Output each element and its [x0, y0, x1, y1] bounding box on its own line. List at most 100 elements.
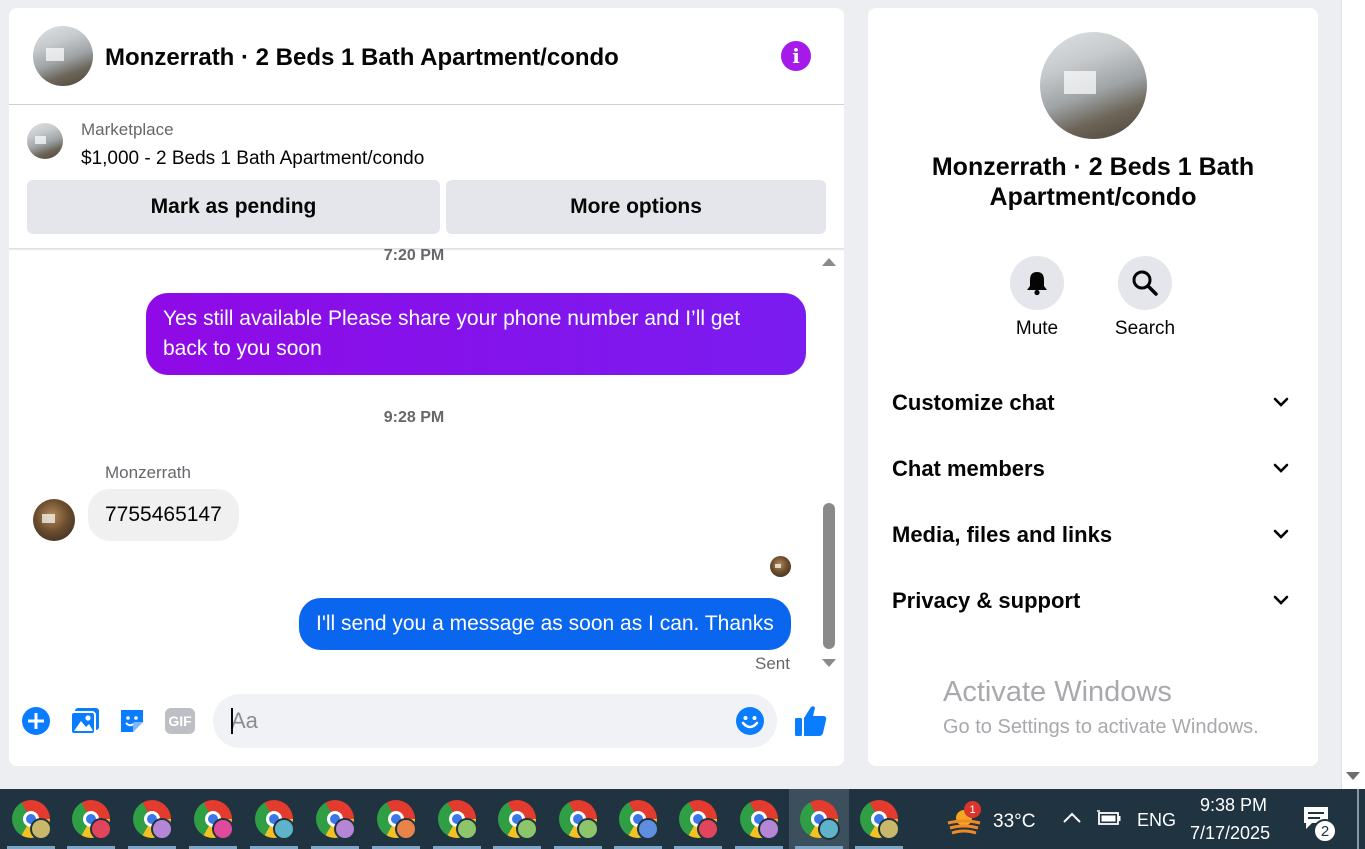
chevron-down-icon: [1273, 463, 1289, 473]
listing-title[interactable]: $1,000 - 2 Beds 1 Bath Apartment/condo: [81, 148, 424, 170]
messages-scroll-thumb[interactable]: [823, 503, 835, 649]
page-scrollbar[interactable]: [1341, 0, 1365, 789]
conversation-avatar[interactable]: [1040, 32, 1147, 139]
profile-badge-icon: [30, 818, 52, 840]
profile-badge-icon: [637, 818, 659, 840]
chrome-taskbar-button[interactable]: [849, 789, 909, 849]
outgoing-message[interactable]: I'll send you a message as soon as I can…: [299, 598, 791, 650]
info-icon[interactable]: i: [781, 41, 811, 71]
section-label: Media, files and links: [892, 522, 1113, 547]
chrome-taskbar-button[interactable]: [305, 789, 365, 849]
search-icon: [1132, 270, 1158, 296]
gif-icon[interactable]: GIF: [165, 708, 195, 734]
chat-title[interactable]: Monzerrath · 2 Beds 1 Bath Apartment/con…: [105, 44, 619, 72]
gif-label: GIF: [168, 713, 192, 729]
message-input-box[interactable]: [213, 694, 777, 748]
show-desktop[interactable]: [1357, 789, 1359, 849]
chat-panel: Monzerrath · 2 Beds 1 Bath Apartment/con…: [9, 8, 844, 766]
conversation-info-panel: Monzerrath · 2 Beds 1 Bath Apartment/con…: [868, 8, 1318, 766]
search-label: Search: [1114, 318, 1176, 339]
read-receipt-avatar: [770, 556, 791, 577]
clock-time[interactable]: 9:38 PM: [1200, 795, 1267, 816]
plus-icon[interactable]: [21, 706, 51, 736]
conversation-title: Monzerrath · 2 Beds 1 Bath Apartment/con…: [931, 153, 1255, 211]
temperature[interactable]: 33°C: [993, 811, 1035, 833]
customize-chat-section[interactable]: Customize chat: [868, 380, 1318, 430]
profile-badge-icon: [878, 818, 900, 840]
chrome-taskbar-button[interactable]: [548, 789, 608, 849]
photo-icon[interactable]: [69, 706, 101, 736]
profile-badge-icon: [577, 818, 599, 840]
profile-badge-icon: [395, 818, 417, 840]
like-icon[interactable]: [794, 704, 828, 738]
search-button[interactable]: [1118, 256, 1172, 310]
weather-badge-count: 1: [969, 803, 976, 816]
sender-avatar[interactable]: [33, 499, 75, 541]
chat-header: Monzerrath · 2 Beds 1 Bath Apartment/con…: [9, 8, 844, 105]
profile-badge-icon: [151, 818, 173, 840]
chevron-down-icon: [1273, 595, 1289, 605]
mark-as-pending-button[interactable]: Mark as pending: [27, 180, 440, 234]
profile-badge-icon: [516, 818, 538, 840]
profile-badge-icon: [273, 818, 295, 840]
sent-status: Sent: [755, 654, 790, 673]
chrome-taskbar-button[interactable]: [122, 789, 182, 849]
marketplace-label: Marketplace: [81, 120, 174, 139]
emoji-icon[interactable]: [735, 706, 765, 736]
profile-badge-icon: [758, 818, 780, 840]
chat-members-section[interactable]: Chat members: [868, 446, 1318, 496]
section-label: Customize chat: [892, 390, 1055, 415]
chrome-taskbar-button[interactable]: [608, 789, 668, 849]
page-scroll-down-arrow[interactable]: [1346, 772, 1360, 780]
sender-name: Monzerrath: [105, 463, 191, 482]
chrome-taskbar-button[interactable]: [183, 789, 243, 849]
chrome-taskbar-button[interactable]: [789, 789, 849, 849]
section-label: Chat members: [892, 456, 1045, 481]
profile-badge-icon: [456, 818, 478, 840]
chrome-taskbar-button[interactable]: [487, 789, 547, 849]
timestamp: 9:28 PM: [383, 409, 445, 426]
notifications-badge: 2: [1313, 819, 1337, 843]
battery-icon[interactable]: [1096, 809, 1122, 827]
profile-badge-icon: [697, 818, 719, 840]
more-options-button[interactable]: More options: [446, 180, 826, 234]
windows-taskbar: 1 33°C ENG 9:38 PM 7/17/2025 2: [0, 789, 1365, 849]
outgoing-message-text: I'll send you a message as soon as I can…: [316, 612, 774, 635]
text-caret: [231, 708, 233, 734]
profile-badge-icon: [818, 818, 840, 840]
bell-icon: [1027, 272, 1047, 296]
media-files-links-section[interactable]: Media, files and links: [868, 512, 1318, 562]
privacy-support-section[interactable]: Privacy & support: [868, 578, 1318, 628]
timestamp: 7:20 PM: [383, 247, 445, 264]
incoming-message[interactable]: 7755465147: [88, 489, 239, 541]
chevron-up-icon[interactable]: [1062, 811, 1082, 825]
profile-badge-icon: [90, 818, 112, 840]
sticker-icon[interactable]: [117, 706, 147, 736]
chrome-taskbar-button[interactable]: [244, 789, 304, 849]
incoming-message-text: 7755465147: [105, 503, 222, 526]
section-label: Privacy & support: [892, 588, 1081, 613]
chrome-taskbar-button[interactable]: [427, 789, 487, 849]
chrome-taskbar-button[interactable]: [366, 789, 426, 849]
mute-label: Mute: [1015, 318, 1059, 339]
chrome-taskbar-button[interactable]: [1, 789, 61, 849]
mute-button[interactable]: [1010, 256, 1064, 310]
language-indicator[interactable]: ENG: [1137, 810, 1176, 831]
activate-windows-watermark: Activate Windows: [943, 676, 1172, 708]
chevron-down-icon: [1273, 397, 1289, 407]
outgoing-message-text: Yes still available Please share your ph…: [163, 307, 741, 360]
weather-badge: 1: [964, 801, 981, 818]
clock-date[interactable]: 7/17/2025: [1190, 823, 1270, 844]
message-input[interactable]: [231, 706, 711, 736]
chat-avatar[interactable]: [33, 26, 93, 86]
listing-thumbnail: [27, 123, 63, 159]
chrome-taskbar-button[interactable]: [61, 789, 121, 849]
outgoing-message[interactable]: Yes still available Please share your ph…: [146, 293, 806, 375]
scroll-up-arrow[interactable]: [822, 258, 836, 266]
profile-badge-icon: [212, 818, 234, 840]
chevron-down-icon: [1273, 529, 1289, 539]
chrome-taskbar-button[interactable]: [668, 789, 728, 849]
scroll-down-arrow[interactable]: [822, 659, 836, 667]
profile-badge-icon: [334, 818, 356, 840]
chrome-taskbar-button[interactable]: [729, 789, 789, 849]
